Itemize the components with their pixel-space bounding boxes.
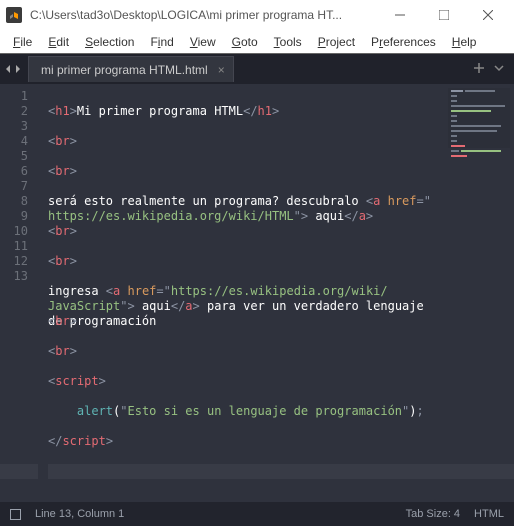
status-panel-icon[interactable] [10,509,21,520]
minimap[interactable] [448,88,510,148]
statusbar: Line 13, Column 1 Tab Size: 4 HTML [0,502,514,526]
window-title: C:\Users\tad3o\Desktop\LOGICA\mi primer … [30,8,370,22]
gutter: 123 45 67 89 101112 13 [0,84,38,502]
tab-close-icon[interactable]: × [218,63,225,77]
menu-goto[interactable]: Goto [225,33,265,51]
status-syntax[interactable]: HTML [474,508,504,520]
window-controls [378,1,510,29]
minimize-button[interactable] [378,1,422,29]
status-cursor-pos[interactable]: Line 13, Column 1 [35,508,124,520]
menu-help[interactable]: Help [445,33,484,51]
code-area[interactable]: <h1>Mi primer programa HTML</h1> <br> <b… [38,84,514,502]
tab-next-button[interactable] [14,62,22,76]
menu-view[interactable]: View [183,33,223,51]
menu-edit[interactable]: Edit [41,33,76,51]
tabbar: mi primer programa HTML.html × [0,54,514,84]
menu-file[interactable]: File [6,33,39,51]
titlebar: C:\Users\tad3o\Desktop\LOGICA\mi primer … [0,0,514,30]
new-tab-button[interactable] [474,62,484,76]
menu-project[interactable]: Project [311,33,362,51]
menu-tools[interactable]: Tools [267,33,309,51]
tab-nav-arrows [4,62,28,76]
status-tab-size[interactable]: Tab Size: 4 [406,508,460,520]
menu-find[interactable]: Find [143,33,180,51]
tab-active[interactable]: mi primer programa HTML.html × [28,56,234,82]
app-icon [6,7,22,23]
menubar: File Edit Selection Find View Goto Tools… [0,30,514,54]
maximize-button[interactable] [422,1,466,29]
close-button[interactable] [466,1,510,29]
tab-dropdown-button[interactable] [494,62,504,76]
tab-prev-button[interactable] [4,62,12,76]
menu-preferences[interactable]: Preferences [364,33,443,51]
tab-label: mi primer programa HTML.html [41,63,208,77]
menu-selection[interactable]: Selection [78,33,141,51]
editor[interactable]: 123 45 67 89 101112 13 <h1>Mi primer pro… [0,84,514,502]
